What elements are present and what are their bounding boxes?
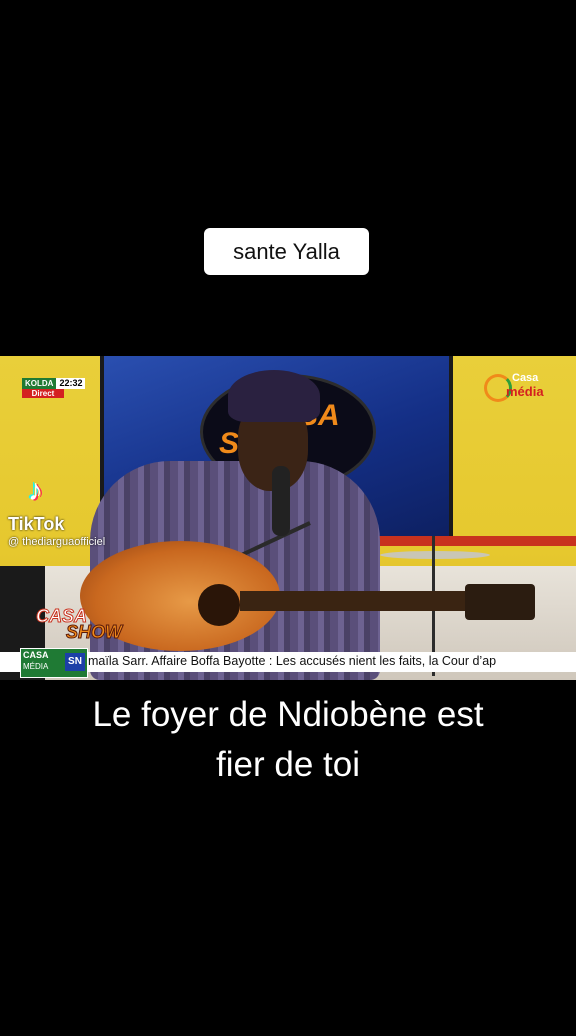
- cymbal: [380, 551, 490, 559]
- bottom-caption-line2: fier de toi: [216, 745, 360, 784]
- channel-logo: Casa média: [484, 372, 554, 402]
- ticker-badge-sn: SN: [65, 653, 85, 671]
- guitar-headstock: [465, 584, 535, 620]
- ticker-badge: CASA MÉDIA SN: [20, 648, 88, 678]
- ticker-badge-line1: CASA: [23, 650, 49, 660]
- show-logo: CASA SHOW: [35, 606, 122, 643]
- tiktok-icon: ♪: [28, 474, 43, 507]
- top-caption: sante Yalla: [204, 228, 369, 275]
- show-logo-line2: SHOW: [66, 622, 123, 643]
- channel-logo-line1: Casa: [512, 372, 539, 384]
- microphone: [272, 466, 290, 536]
- tiktok-label: TikTok: [8, 514, 65, 534]
- performer-hat: [228, 370, 320, 422]
- location-name: KOLDA: [22, 378, 57, 389]
- video-frame[interactable]: SA S KOLDA 22:32 Direct Casa média ♪ Tik…: [0, 356, 576, 680]
- location-badge: KOLDA 22:32 Direct: [22, 378, 86, 398]
- backdrop-logo-text-2: S: [219, 427, 240, 460]
- wall-stripe: [355, 536, 576, 546]
- ticker-badge-line2: MÉDIA: [23, 662, 49, 671]
- live-status: Direct: [22, 389, 64, 398]
- channel-logo-line2: média: [506, 384, 544, 399]
- bottom-caption: Le foyer de Ndiobène est fier de toi: [0, 690, 576, 790]
- broadcast-time: 22:32: [56, 378, 86, 389]
- bottom-caption-line1: Le foyer de Ndiobène est: [92, 695, 484, 734]
- tiktok-handle: @ thediarguaofficiel: [8, 536, 106, 548]
- guitar-soundhole: [198, 584, 240, 626]
- guitar-neck: [240, 591, 470, 611]
- ticker-text: maïla Sarr. Affaire Boffa Bayotte : Les …: [88, 654, 497, 668]
